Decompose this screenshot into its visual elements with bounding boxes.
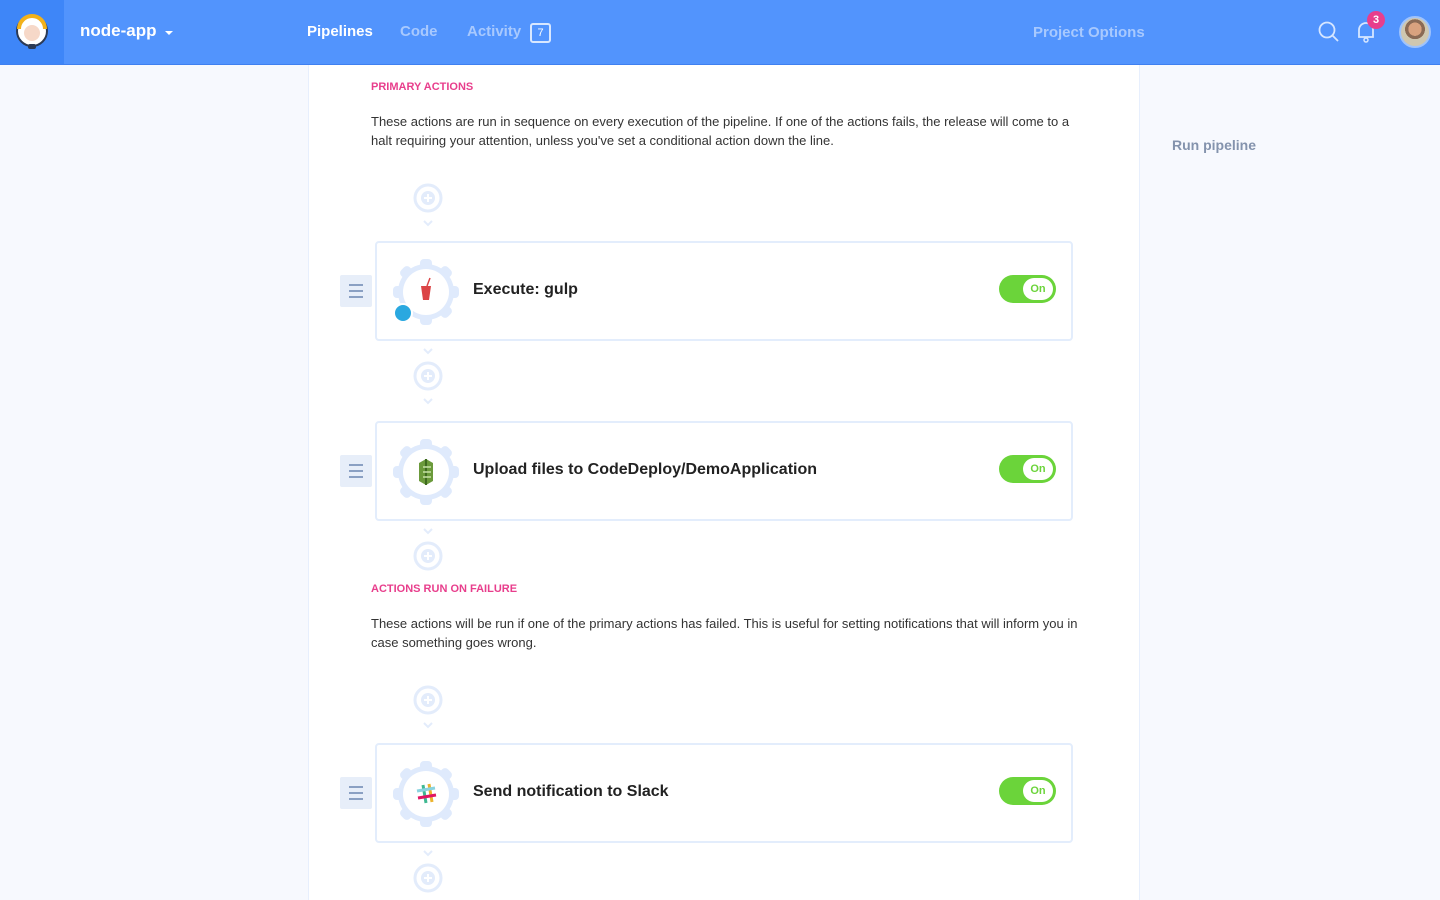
project-selector[interactable]: node-app (80, 21, 173, 41)
buddy-logo-icon (16, 14, 48, 49)
chevron-down-icon (164, 30, 173, 35)
action-name: Upload files to CodeDeploy/DemoApplicati… (473, 461, 818, 478)
action-card[interactable]: Upload files to CodeDeploy/DemoApplicati… (375, 421, 1073, 521)
failure-actions-title: ACTIONS RUN ON FAILURE (371, 583, 518, 595)
primary-actions-description: These actions are run in sequence on eve… (371, 114, 1070, 148)
primary-actions-title: PRIMARY ACTIONS (371, 81, 474, 93)
user-avatar[interactable] (1399, 16, 1431, 48)
drag-handle[interactable] (340, 777, 372, 809)
tab-pipelines[interactable]: Pipelines (307, 23, 373, 40)
toggle-label: On (1023, 780, 1053, 802)
run-pipeline-link[interactable]: Run pipeline (1172, 137, 1256, 153)
activity-count-badge: 7 (530, 23, 551, 43)
action-name: Execute: gulp (473, 281, 578, 298)
add-action-icon[interactable] (411, 849, 445, 897)
project-name: node-app (80, 21, 157, 40)
action-toggle[interactable]: On (999, 275, 1056, 303)
action-name: Send notification to Slack (473, 783, 669, 800)
action-card[interactable]: Execute: gulp On (375, 241, 1073, 341)
codedeploy-icon (393, 439, 459, 505)
logo[interactable] (0, 0, 64, 64)
add-action-icon[interactable] (411, 683, 445, 731)
project-options-link[interactable]: Project Options (1033, 24, 1145, 41)
drag-handle[interactable] (340, 455, 372, 487)
add-action-icon[interactable] (411, 181, 445, 229)
add-action-icon[interactable] (411, 347, 445, 407)
action-card[interactable]: Send notification to Slack On (375, 743, 1073, 843)
top-bar: node-app Pipelines Code Activity 7 Proje… (0, 0, 1440, 65)
slack-icon (393, 761, 459, 827)
tab-code[interactable]: Code (400, 23, 438, 40)
failure-actions-description: These actions will be run if one of the … (371, 616, 1078, 650)
search-icon[interactable] (1318, 21, 1340, 43)
add-action-icon[interactable] (411, 527, 445, 575)
drag-handle[interactable] (340, 275, 372, 307)
toggle-label: On (1023, 458, 1053, 480)
tab-activity[interactable]: Activity (467, 23, 521, 40)
toggle-label: On (1023, 278, 1053, 300)
action-toggle[interactable]: On (999, 455, 1056, 483)
action-toggle[interactable]: On (999, 777, 1056, 805)
docker-icon (393, 303, 413, 323)
notification-badge: 3 (1367, 11, 1385, 29)
